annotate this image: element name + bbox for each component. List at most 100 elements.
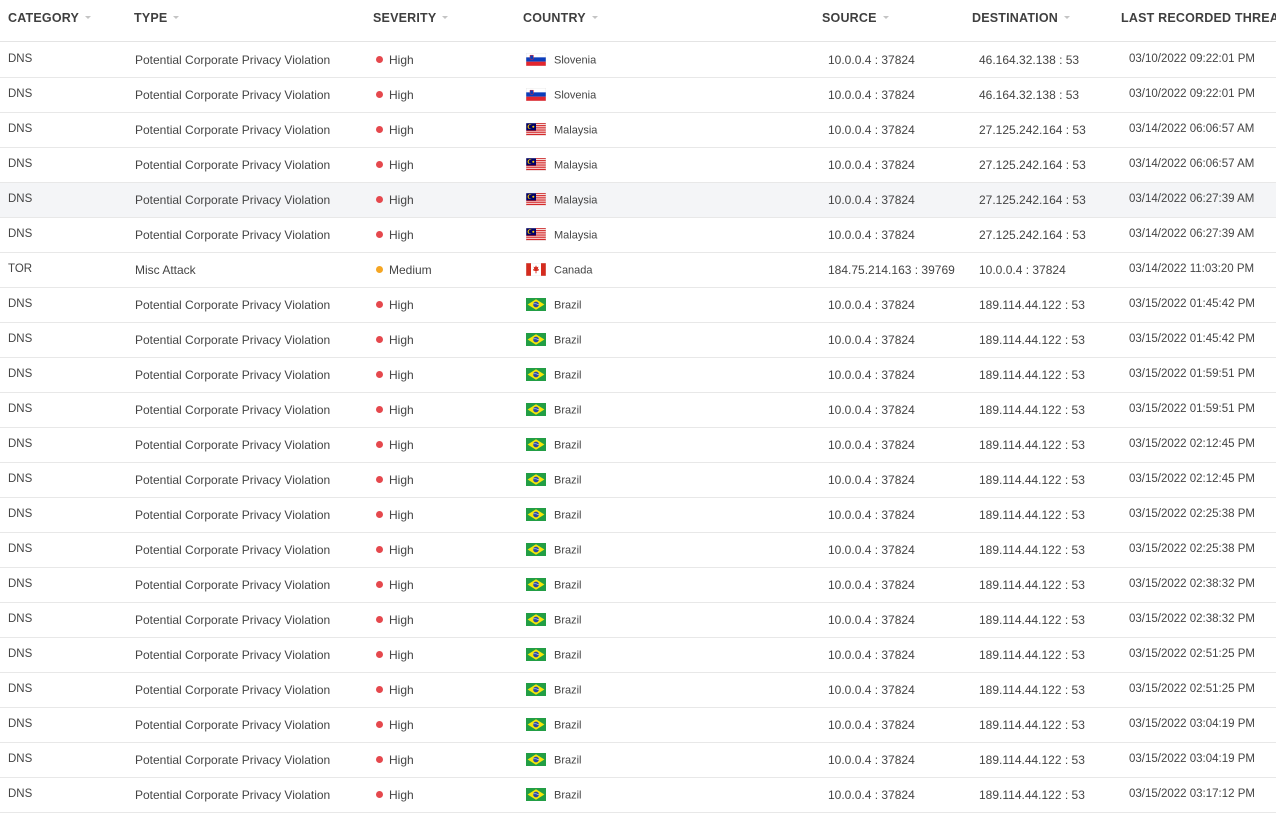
table-row[interactable]: DNS Potential Corporate Privacy Violation…: [0, 323, 1276, 358]
column-header-type[interactable]: TYPE: [134, 11, 180, 25]
sort-icon[interactable]: [173, 16, 180, 20]
source-cell: 10.0.0.4 : 37824: [828, 298, 915, 312]
country-name: Malaysia: [554, 194, 598, 207]
severity-dot-icon: [376, 581, 383, 589]
last-recorded-cell: 03/15/2022 02:12:45 PM: [1129, 473, 1255, 485]
destination-cell: 27.125.242.164 : 53: [979, 158, 1086, 172]
table-row[interactable]: DNS Potential Corporate Privacy Violation…: [0, 358, 1276, 393]
last-recorded-cell: 03/15/2022 03:04:19 PM: [1129, 753, 1255, 765]
column-header-label: COUNTRY: [523, 11, 586, 25]
table-row[interactable]: DNS Potential Corporate Privacy Violation…: [0, 463, 1276, 498]
table-row[interactable]: TOR Misc Attack Medium Canada 184.75.214.163…: [0, 253, 1276, 288]
table-row[interactable]: DNS Potential Corporate Privacy Violation…: [0, 603, 1276, 638]
type-cell: Potential Corporate Privacy Violation: [135, 648, 331, 662]
table-row[interactable]: DNS Potential Corporate Privacy Violation…: [0, 673, 1276, 708]
source-cell: 10.0.0.4 : 37824: [828, 473, 915, 487]
column-header-severity[interactable]: SEVERITY: [373, 11, 449, 25]
category-cell: TOR: [8, 263, 33, 275]
column-header-country[interactable]: COUNTRY: [523, 11, 598, 25]
table-row[interactable]: DNS Potential Corporate Privacy Violation…: [0, 428, 1276, 463]
last-recorded-cell: 03/15/2022 01:59:51 PM: [1129, 403, 1255, 415]
column-header-category[interactable]: CATEGORY: [8, 11, 92, 25]
destination-cell: 189.114.44.122 : 53: [979, 753, 1085, 767]
severity-dot-icon: [376, 546, 383, 554]
severity-dot-icon: [376, 196, 383, 204]
severity-cell: High: [376, 123, 414, 137]
country-cell: Brazil: [526, 683, 582, 697]
destination-cell: 189.114.44.122 : 53: [979, 648, 1085, 662]
severity-dot-icon: [376, 371, 383, 379]
country-cell: Brazil: [526, 543, 582, 557]
country-cell: Brazil: [526, 613, 582, 627]
severity-cell: High: [376, 333, 414, 347]
table-row[interactable]: DNS Potential Corporate Privacy Violation…: [0, 78, 1276, 113]
country-name: Brazil: [554, 649, 582, 662]
table-row[interactable]: DNS Potential Corporate Privacy Violation…: [0, 288, 1276, 323]
last-recorded-cell: 03/15/2022 01:45:42 PM: [1129, 298, 1255, 310]
severity-cell: High: [376, 508, 414, 522]
table-row[interactable]: DNS Potential Corporate Privacy Violation…: [0, 113, 1276, 148]
severity-dot-icon: [376, 56, 383, 64]
category-cell: DNS: [8, 543, 33, 555]
severity-label: High: [389, 403, 414, 417]
slovenia-flag-icon: [526, 53, 546, 66]
sort-icon[interactable]: [85, 16, 92, 20]
sort-icon[interactable]: [442, 16, 449, 20]
table-row[interactable]: DNS Potential Corporate Privacy Violation…: [0, 638, 1276, 673]
brazil-flag-icon: [526, 753, 546, 766]
column-header-destination[interactable]: DESTINATION: [972, 11, 1070, 25]
column-header-last-recorded-threat[interactable]: LAST RECORDED THREAT: [1121, 11, 1276, 25]
last-recorded-cell: 03/10/2022 09:22:01 PM: [1129, 88, 1255, 100]
severity-label: High: [389, 648, 414, 662]
severity-label: High: [389, 228, 414, 242]
brazil-flag-icon: [526, 298, 546, 311]
table-row[interactable]: DNS Potential Corporate Privacy Violation…: [0, 498, 1276, 533]
type-cell: Potential Corporate Privacy Violation: [135, 543, 331, 557]
severity-label: High: [389, 543, 414, 557]
country-cell: Brazil: [526, 753, 582, 767]
table-row[interactable]: DNS Potential Corporate Privacy Violation…: [0, 183, 1276, 218]
destination-cell: 189.114.44.122 : 53: [979, 543, 1085, 557]
severity-dot-icon: [376, 511, 383, 519]
table-row[interactable]: DNS Potential Corporate Privacy Violation…: [0, 708, 1276, 743]
source-cell: 10.0.0.4 : 37824: [828, 683, 915, 697]
severity-label: High: [389, 123, 414, 137]
type-cell: Potential Corporate Privacy Violation: [135, 508, 331, 522]
country-name: Brazil: [554, 684, 582, 697]
column-header-source[interactable]: SOURCE: [822, 11, 889, 25]
category-cell: DNS: [8, 298, 33, 310]
table-row[interactable]: DNS Potential Corporate Privacy Violation…: [0, 393, 1276, 428]
country-cell: Malaysia: [526, 158, 597, 172]
destination-cell: 189.114.44.122 : 53: [979, 438, 1085, 452]
type-cell: Potential Corporate Privacy Violation: [135, 438, 331, 452]
destination-cell: 189.114.44.122 : 53: [979, 683, 1085, 697]
table-row[interactable]: DNS Potential Corporate Privacy Violation…: [0, 778, 1276, 813]
last-recorded-cell: 03/15/2022 02:51:25 PM: [1129, 683, 1255, 695]
table-row[interactable]: DNS Potential Corporate Privacy Violation…: [0, 743, 1276, 778]
severity-label: High: [389, 158, 414, 172]
sort-icon[interactable]: [1064, 16, 1070, 20]
brazil-flag-icon: [526, 368, 546, 381]
sort-icon[interactable]: [882, 16, 889, 20]
severity-label: High: [389, 753, 414, 767]
brazil-flag-icon: [526, 648, 546, 661]
type-cell: Potential Corporate Privacy Violation: [135, 193, 331, 207]
brazil-flag-icon: [526, 543, 546, 556]
table-row[interactable]: DNS Potential Corporate Privacy Violation…: [0, 533, 1276, 568]
country-name: Brazil: [554, 754, 582, 767]
table-row[interactable]: DNS Potential Corporate Privacy Violation…: [0, 218, 1276, 253]
severity-dot-icon: [376, 441, 383, 449]
country-name: Malaysia: [554, 229, 598, 242]
slovenia-flag-icon: [526, 88, 546, 101]
source-cell: 10.0.0.4 : 37824: [828, 788, 915, 802]
table-row[interactable]: DNS Potential Corporate Privacy Violation…: [0, 568, 1276, 603]
table-row[interactable]: DNS Potential Corporate Privacy Violation…: [0, 148, 1276, 183]
country-name: Brazil: [554, 334, 582, 347]
table-row[interactable]: DNS Potential Corporate Privacy Violation…: [0, 43, 1276, 78]
type-cell: Potential Corporate Privacy Violation: [135, 333, 331, 347]
brazil-flag-icon: [526, 613, 546, 626]
severity-cell: High: [376, 788, 414, 802]
sort-icon[interactable]: [591, 16, 598, 20]
source-cell: 184.75.214.163 : 39769: [828, 263, 955, 277]
severity-cell: High: [376, 613, 414, 627]
